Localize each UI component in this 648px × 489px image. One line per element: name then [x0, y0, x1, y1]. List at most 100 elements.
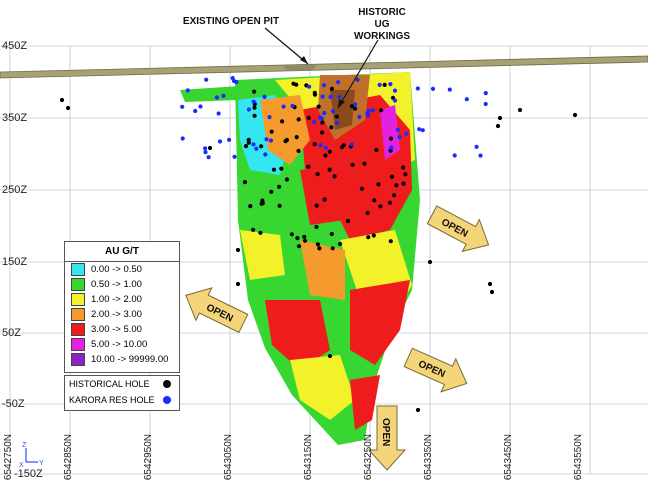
- historical-hole-marker: [327, 149, 332, 154]
- historical-hole-marker: [294, 135, 299, 140]
- triad-z-label: Z: [22, 442, 27, 449]
- open-arrow-down: OPEN: [367, 405, 407, 471]
- historical-hole-marker: [289, 232, 294, 237]
- legend-item-label: 0.00 -> 0.50: [91, 264, 142, 275]
- historical-hole-marker: [260, 198, 265, 203]
- historical-hole-marker: [376, 182, 381, 187]
- triad-y-label: Y: [39, 460, 44, 467]
- open-arrow-west: OPEN: [185, 287, 249, 334]
- northing-tick-label: 6543350N: [423, 433, 434, 480]
- pit-callout-arrowhead: [300, 56, 308, 64]
- karora-hole-marker: [397, 134, 402, 140]
- block-model: [180, 72, 420, 445]
- section-view: OPEN OPEN OPEN OPEN Z Y X 450Z 350Z 250Z…: [0, 0, 648, 484]
- karora-hole-marker: [483, 101, 488, 107]
- historical-hole-marker: [312, 92, 318, 97]
- hole-type-legend: HISTORICAL HOLE KARORA RES HOLE: [64, 375, 180, 411]
- northing-tick-label: 6543550N: [573, 433, 584, 480]
- karora-hole-marker: [353, 102, 358, 107]
- karora-hole-marker: [357, 114, 362, 120]
- historical-hole-marker: [306, 115, 311, 120]
- historical-hole-marker: [379, 108, 384, 113]
- open-label: OPEN: [380, 418, 391, 446]
- historical-hole-marker: [243, 144, 249, 149]
- historical-hole-marker: [277, 203, 282, 208]
- historic-ug-label-line: HISTORIC: [358, 7, 406, 18]
- legend-swatch: [71, 353, 85, 366]
- karora-hole-marker: [262, 94, 267, 99]
- karora-hole-marker: [420, 128, 425, 133]
- karora-hole-marker: [180, 136, 185, 141]
- karora-hole-marker: [193, 108, 198, 114]
- karora-hole-marker: [180, 104, 185, 109]
- historical-hole-marker: [259, 144, 264, 149]
- karora-hole-marker: [415, 86, 420, 91]
- karora-hole-marker: [483, 91, 488, 96]
- historical-hole-marker: [258, 230, 263, 235]
- karora-hole-marker: [251, 99, 256, 104]
- historical-hole-marker: [353, 106, 358, 111]
- open-arrow-southeast: OPEN: [403, 347, 468, 393]
- karora-hole-marker: [203, 150, 208, 155]
- historical-hole-marker: [65, 105, 71, 111]
- northing-tick-label: 6542750N: [3, 433, 14, 480]
- historical-hole-marker: [317, 246, 322, 251]
- historical-hole-marker: [489, 289, 495, 295]
- karora-hole-marker: [230, 76, 235, 81]
- historical-hole-marker: [378, 204, 383, 209]
- karora-hole-marker: [370, 108, 375, 113]
- legend-item: 0.50 -> 1.00: [65, 277, 179, 292]
- karora-hole-marker: [377, 82, 382, 87]
- historic-ug-label-line: UG WORKINGS: [353, 19, 411, 42]
- historical-hole-marker: [316, 104, 321, 109]
- historical-hole-marker: [296, 244, 302, 249]
- topographic-surface: [0, 55, 648, 79]
- historical-hole-marker: [330, 246, 335, 251]
- legend-swatch: [71, 293, 85, 306]
- northing-tick-label: 6543150N: [303, 433, 314, 480]
- karora-hole-marker: [318, 143, 323, 148]
- karora-hole-marker: [328, 94, 333, 99]
- karora-hole-marker: [365, 113, 371, 118]
- karora-hole-marker: [214, 95, 220, 100]
- historical-hole-marker: [207, 145, 213, 151]
- historical-hole-marker: [334, 114, 339, 119]
- karora-hole-marker: [430, 86, 436, 91]
- historical-hole-marker: [279, 166, 284, 171]
- northing-tick-label: 6542950N: [143, 433, 154, 480]
- historical-hole-marker: [296, 117, 301, 122]
- historical-hole-marker: [269, 189, 274, 194]
- legend-item: 2.00 -> 3.00: [65, 307, 179, 322]
- historical-hole-marker: [415, 407, 421, 413]
- karora-hole-marker: [388, 82, 393, 87]
- historical-hole-marker: [329, 231, 334, 237]
- karora-hole-marker: [281, 104, 286, 109]
- historical-hole-marker: [497, 115, 503, 121]
- karora-hole-marker: [254, 146, 259, 151]
- legend-item-label: 0.50 -> 1.00: [91, 279, 142, 290]
- historical-hole-marker: [327, 167, 332, 172]
- legend-item: 3.00 -> 5.00: [65, 322, 179, 337]
- karora-hole-marker: [474, 144, 479, 149]
- historical-hole-marker: [315, 172, 320, 177]
- northing-tick-label: 6543250N: [363, 433, 374, 480]
- karora-hole-marker: [206, 155, 211, 160]
- historical-hole-marker: [517, 107, 523, 113]
- historical-hole-marker: [388, 239, 393, 244]
- z-tick-label: 50Z: [2, 327, 21, 339]
- historical-hole-marker: [495, 123, 501, 129]
- karora-hole-marker: [217, 139, 223, 144]
- axis-triad: Z Y X: [19, 442, 44, 469]
- historical-hole-marker: [332, 174, 337, 179]
- northing-tick-label: 6543050N: [223, 433, 234, 480]
- legend-swatch: [71, 263, 85, 276]
- karora-hole-marker: [320, 94, 325, 99]
- karora-hole-marker: [268, 138, 274, 143]
- historical-hole-marker: [372, 198, 377, 203]
- historical-hole-marker: [320, 120, 325, 125]
- historical-hole-marker: [315, 242, 320, 247]
- historical-hole-marker: [401, 181, 406, 186]
- hole-legend-item: HISTORICAL HOLE: [65, 376, 179, 392]
- historical-hole-marker: [401, 165, 406, 170]
- historical-hole-marker: [323, 153, 328, 158]
